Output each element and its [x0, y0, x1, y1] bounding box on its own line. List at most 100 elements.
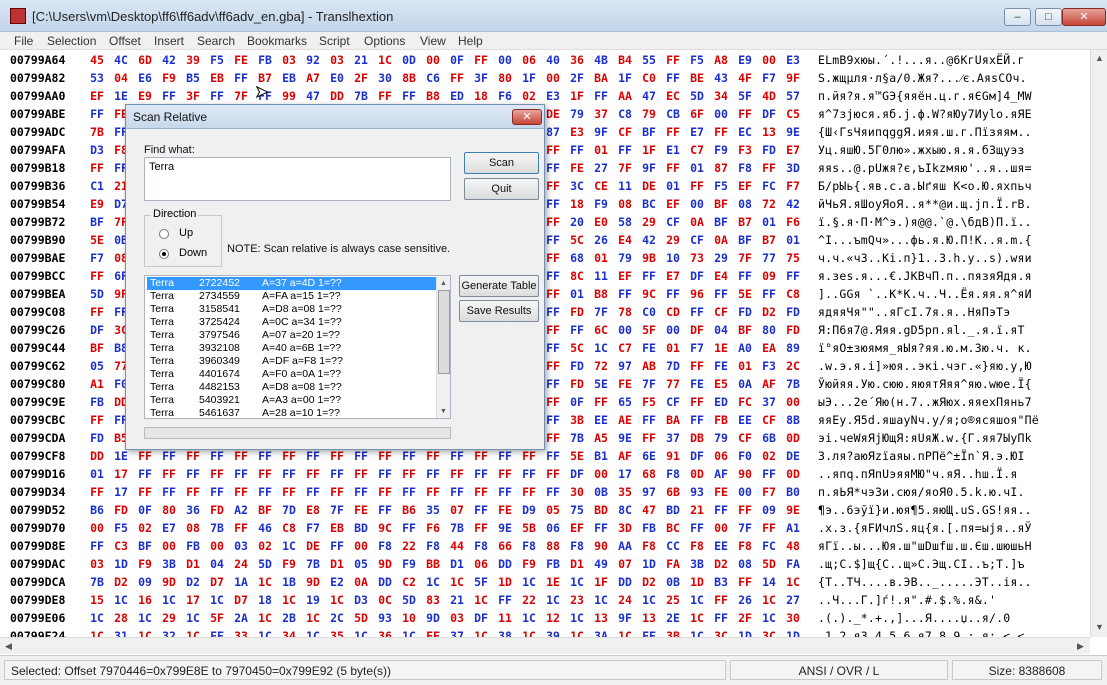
scroll-down-arrow-icon[interactable]: ▼ [1092, 620, 1107, 635]
hex-byte[interactable]: BF [88, 214, 106, 230]
scroll-up-arrow-icon[interactable]: ▲ [1092, 51, 1107, 66]
hex-byte[interactable]: FB [712, 412, 730, 428]
hex-byte[interactable]: FD [784, 304, 802, 320]
hex-byte[interactable]: EF [664, 196, 682, 212]
hex-byte[interactable]: 34 [280, 628, 298, 637]
ascii-text[interactable]: ^I...ъmQч»...фь.я.Ю.П!К..я.m.{ [818, 232, 1032, 248]
ascii-text[interactable]: .щ;С.$]щ{С..щ»С.Эщ.СI..ъ;Т.]ъ [818, 556, 1025, 572]
ascii-text[interactable]: .х.з.{яFИчлЅ.яц{я.[.пя=ыјя..яЎ [818, 520, 1032, 536]
ascii-text[interactable]: .1.2.я3.4.5.6.я7.8.9.:.я;.<.<. [818, 628, 1032, 637]
hex-byte[interactable]: 8B [400, 70, 418, 86]
hex-byte[interactable]: 1C [688, 610, 706, 626]
hex-byte[interactable]: A1 [784, 520, 802, 536]
hex-byte[interactable]: 79 [712, 430, 730, 446]
hex-byte[interactable]: 1C [376, 52, 394, 68]
hex-byte[interactable]: 58 [616, 214, 634, 230]
hex-byte[interactable]: 1C [304, 610, 322, 626]
hex-byte[interactable]: 2F [568, 70, 586, 86]
hex-byte[interactable]: C8 [784, 286, 802, 302]
ascii-text[interactable]: .(.)._*.+.,]...Я....џ..я/.0 [818, 610, 1010, 626]
result-row[interactable]: Terra 3797546 A=07 a=20 1=?? [147, 329, 436, 342]
hex-byte[interactable]: FF [544, 160, 562, 176]
hex-byte[interactable]: F8 [472, 538, 490, 554]
ascii-text[interactable]: .w.э.я.і]»юя..экі.чэг.«}яю.у,Ю [818, 358, 1032, 374]
hex-byte[interactable]: FD [208, 502, 226, 518]
hex-byte[interactable]: FB [184, 538, 202, 554]
hex-byte[interactable]: FF [520, 484, 538, 500]
hex-byte[interactable]: F9 [400, 556, 418, 572]
hex-byte[interactable]: 00 [544, 70, 562, 86]
hex-byte[interactable]: 5B [520, 520, 538, 536]
ascii-text[interactable]: п.йя?я.я™GЭ{яяён.ц.г.яЄGм]4_MW [818, 88, 1032, 104]
hex-byte[interactable]: 90 [592, 538, 610, 554]
hex-byte[interactable]: E3 [784, 52, 802, 68]
hex-byte[interactable]: FF [448, 484, 466, 500]
hex-byte[interactable]: FD [568, 358, 586, 374]
hex-row[interactable]: 00799DCA 7B D2 09 9D D2 D7 1A 1C 1B 9D E2 0A DD C2 1C 1C… [0, 574, 1090, 590]
hex-byte[interactable]: ED [712, 394, 730, 410]
hex-byte[interactable]: 1F [520, 70, 538, 86]
hex-byte[interactable]: 06 [520, 52, 538, 68]
hex-byte[interactable]: 7B [304, 556, 322, 572]
down-radio[interactable] [159, 249, 169, 259]
hex-byte[interactable]: 3D [784, 160, 802, 176]
hex-byte[interactable]: DD [376, 574, 394, 590]
hex-byte[interactable]: 04 [112, 70, 130, 86]
hex-byte[interactable]: 05 [544, 502, 562, 518]
hex-byte[interactable]: F9 [136, 556, 154, 572]
hex-byte[interactable]: 48 [784, 538, 802, 554]
hex-byte[interactable]: 11 [592, 268, 610, 284]
hex-byte[interactable]: 22 [400, 538, 418, 554]
hex-byte[interactable]: 03 [328, 52, 346, 68]
hex-byte[interactable]: FF [88, 538, 106, 554]
hex-byte[interactable]: F6 [496, 88, 514, 104]
hex-byte[interactable]: 1C [448, 574, 466, 590]
hex-byte[interactable]: 5D [256, 556, 274, 572]
hex-byte[interactable]: 23 [568, 592, 586, 608]
hex-byte[interactable]: 4F [736, 70, 754, 86]
menu-search[interactable]: Search [197, 32, 235, 50]
hex-byte[interactable]: 3D [616, 520, 634, 536]
hex-byte[interactable]: 2A [232, 610, 250, 626]
hex-byte[interactable]: FD [760, 142, 778, 158]
hex-byte[interactable]: 14 [760, 574, 778, 590]
hex-byte[interactable]: EB [328, 520, 346, 536]
menu-view[interactable]: View [420, 32, 446, 50]
results-scroll-up-icon[interactable]: ▲ [437, 276, 450, 291]
hex-byte[interactable]: FF [208, 466, 226, 482]
hex-byte[interactable]: FF [640, 628, 658, 637]
hex-byte[interactable]: FF [496, 484, 514, 500]
hex-byte[interactable]: 96 [688, 286, 706, 302]
hex-byte[interactable]: C2 [400, 574, 418, 590]
hex-byte[interactable]: FF [208, 628, 226, 637]
hex-byte[interactable]: 01 [592, 250, 610, 266]
hex-byte[interactable]: 0D [784, 466, 802, 482]
hex-byte[interactable]: BD [664, 502, 682, 518]
hex-byte[interactable]: FA [784, 556, 802, 572]
hex-byte[interactable]: 29 [664, 232, 682, 248]
hex-byte[interactable]: FF [232, 484, 250, 500]
hex-byte[interactable]: 79 [568, 106, 586, 122]
hex-byte[interactable]: 00 [688, 196, 706, 212]
hex-byte[interactable]: 0B [664, 574, 682, 590]
hex-byte[interactable]: 87 [712, 160, 730, 176]
hex-byte[interactable]: 37 [760, 394, 778, 410]
hex-byte[interactable]: D3 [352, 592, 370, 608]
result-row[interactable]: Terra 3960349 A=DF a=F8 1=?? [147, 355, 436, 368]
hex-byte[interactable]: 0C [376, 592, 394, 608]
hex-byte[interactable]: E0 [592, 214, 610, 230]
hex-byte[interactable]: FF [544, 430, 562, 446]
hex-byte[interactable]: FF [760, 466, 778, 482]
hex-byte[interactable]: FF [688, 520, 706, 536]
hex-byte[interactable]: 2C [328, 610, 346, 626]
hex-byte[interactable]: FF [424, 484, 442, 500]
hex-byte[interactable]: FF [760, 160, 778, 176]
hex-byte[interactable]: 80 [760, 322, 778, 338]
hex-byte[interactable]: 9F [640, 160, 658, 176]
hex-byte[interactable]: 9D [424, 610, 442, 626]
ascii-text[interactable]: я.зеs.я...€.JКВчП.п..пязяЯдя.я [818, 268, 1032, 284]
result-row[interactable]: Terra 4401674 A=F0 a=0A 1=?? [147, 368, 436, 381]
hex-byte[interactable]: FE [352, 502, 370, 518]
hex-byte[interactable]: 53 [88, 70, 106, 86]
hex-byte[interactable]: 09 [760, 268, 778, 284]
